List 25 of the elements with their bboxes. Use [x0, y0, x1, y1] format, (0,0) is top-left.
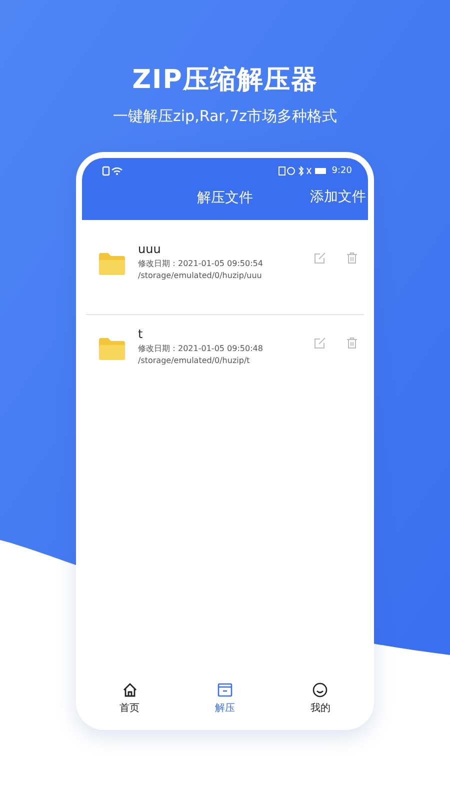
- file-name: t: [138, 327, 144, 341]
- home-icon: [122, 682, 138, 698]
- smiley-icon: [312, 682, 328, 698]
- tab[interactable]: 首页: [90, 680, 170, 716]
- promo-title: ZIP压缩解压器: [132, 64, 318, 97]
- folder-icon: [98, 337, 126, 361]
- modified-date: 修改日期：2021-01-05 09:50:48: [138, 343, 264, 354]
- folder-icon: [98, 252, 126, 276]
- file-path: /storage/emulated/0/huzip/uuu: [138, 271, 263, 280]
- trash-icon[interactable]: [346, 337, 358, 349]
- header-title: 解压文件: [197, 189, 253, 207]
- status-icons: [278, 166, 328, 176]
- status-time: 9:20: [332, 166, 352, 176]
- folder-icon: [216, 682, 233, 698]
- file-path: /storage/emulated/0/huzip/t: [138, 356, 251, 365]
- edit-icon[interactable]: [314, 252, 326, 264]
- status-left-icon: [102, 166, 124, 176]
- modified-date: 修改日期：2021-01-05 09:50:54: [138, 258, 264, 269]
- file-name: uuu: [138, 242, 162, 256]
- tab[interactable]: 解压: [184, 680, 265, 716]
- tab[interactable]: 我的: [280, 680, 360, 716]
- promo-subtitle: 一键解压zip,Rar,7z市场多种格式: [113, 107, 337, 126]
- add-file-button[interactable]: 添加文件: [310, 188, 366, 206]
- trash-icon[interactable]: [346, 252, 358, 264]
- edit-icon[interactable]: [314, 337, 326, 349]
